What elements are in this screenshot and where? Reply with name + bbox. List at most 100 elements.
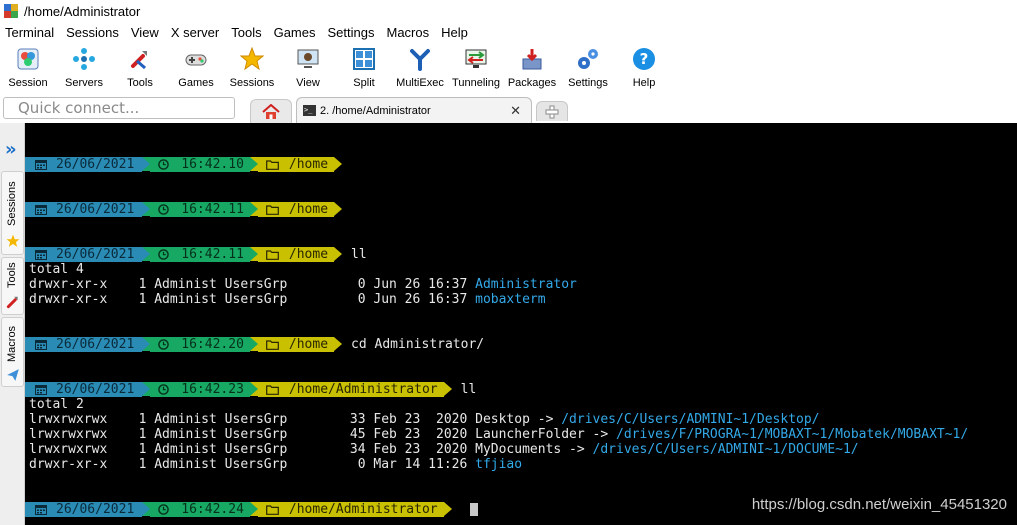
menu-help[interactable]: Help bbox=[435, 22, 474, 43]
sessions-button[interactable]: Sessions bbox=[224, 43, 280, 95]
prompt-date: 26/06/2021 bbox=[56, 157, 135, 172]
prompt-path-segment: /home bbox=[257, 202, 335, 217]
prompt-command: ll bbox=[351, 247, 367, 262]
calendar-icon bbox=[35, 340, 47, 350]
close-icon[interactable]: ✕ bbox=[510, 103, 521, 119]
output-line: lrwxrwxrwx 1 Administ UsersGrp 33 Feb 23… bbox=[29, 412, 820, 427]
menu-tools[interactable]: Tools bbox=[225, 22, 267, 43]
link-target: /drives/F/PROGRA~1/MOBAXT~1/Mobatek/MOBA… bbox=[616, 427, 969, 442]
help-icon: ? bbox=[633, 48, 655, 70]
send-icon bbox=[7, 369, 19, 381]
session-label: Session bbox=[8, 77, 48, 89]
session-button[interactable]: Session bbox=[0, 43, 56, 95]
tab-terminal-session[interactable]: >_ 2. /home/Administrator ✕ bbox=[296, 97, 532, 123]
prompt-line: 26/06/2021 16:42.20/home cd Administrator/ bbox=[25, 337, 484, 352]
menu-games[interactable]: Games bbox=[268, 22, 322, 43]
calendar-icon bbox=[35, 250, 47, 260]
prompt-time-segment: 16:42.24 bbox=[150, 502, 250, 517]
watermark: https://blog.csdn.net/weixin_45451320 bbox=[751, 496, 1007, 513]
calendar-icon bbox=[35, 505, 47, 515]
prompt-date-segment: 26/06/2021 bbox=[25, 337, 143, 352]
prompt-separator-arrow bbox=[142, 202, 151, 216]
star-icon bbox=[6, 234, 20, 247]
quick-connect-input[interactable]: Quick connect... bbox=[3, 97, 235, 119]
prompt-path-segment: /home bbox=[257, 247, 335, 262]
menu-macros[interactable]: Macros bbox=[380, 22, 435, 43]
menu-sessions[interactable]: Sessions bbox=[60, 22, 125, 43]
clock-icon bbox=[158, 204, 170, 215]
menu-view[interactable]: View bbox=[125, 22, 165, 43]
prompt-line: 26/06/2021 16:42.23/home/Administrator ll bbox=[25, 382, 476, 397]
prompt-separator-arrow bbox=[249, 157, 258, 171]
games-icon bbox=[185, 54, 207, 66]
sidebar-tab-macros[interactable]: Macros bbox=[1, 317, 24, 387]
packages-icon bbox=[522, 49, 542, 70]
output-line: drwxr-xr-x 1 Administ UsersGrp 0 Jun 26 … bbox=[29, 292, 546, 307]
menu-terminal[interactable]: Terminal bbox=[0, 22, 60, 43]
sidebar-tab-sessions[interactable]: Sessions bbox=[1, 171, 24, 255]
prompt-path-segment: /home bbox=[257, 157, 335, 172]
file-meta: drwxr-xr-x 1 Administ UsersGrp 0 Jun 26 … bbox=[29, 277, 476, 292]
tunneling-button[interactable]: Tunneling bbox=[448, 43, 504, 95]
file-name: mobaxterm bbox=[475, 292, 546, 307]
prompt-separator-arrow bbox=[142, 337, 151, 351]
view-label: View bbox=[296, 77, 320, 89]
prompt-date: 26/06/2021 bbox=[56, 382, 135, 397]
settings-button[interactable]: Settings bbox=[560, 43, 616, 95]
servers-icon bbox=[73, 48, 95, 70]
prompt-date: 26/06/2021 bbox=[56, 247, 135, 262]
menu-settings[interactable]: Settings bbox=[322, 22, 381, 43]
prompt-path: /home bbox=[288, 202, 329, 217]
menu-x-server[interactable]: X server bbox=[165, 22, 225, 43]
prompt-separator-arrow bbox=[443, 382, 452, 396]
prompt-command: ll bbox=[460, 382, 477, 397]
tools-button[interactable]: Tools bbox=[112, 43, 168, 95]
servers-button[interactable]: Servers bbox=[56, 43, 112, 95]
toolbar: Session Servers Tools Games Sessions Vie… bbox=[0, 43, 1017, 95]
tools-label: Tools bbox=[127, 77, 153, 89]
folder-icon bbox=[266, 504, 279, 515]
prompt-separator-arrow bbox=[249, 337, 258, 351]
calendar-icon bbox=[35, 385, 47, 395]
games-label: Games bbox=[178, 77, 214, 89]
prompt-date-segment: 26/06/2021 bbox=[25, 157, 143, 172]
clock-icon bbox=[158, 504, 170, 515]
tools-icon bbox=[131, 51, 147, 70]
expand-sidebar-icon[interactable]: » bbox=[5, 141, 17, 159]
folder-icon bbox=[266, 339, 279, 350]
file-name: MyDocuments -> bbox=[475, 442, 593, 457]
output-line: lrwxrwxrwx 1 Administ UsersGrp 34 Feb 23… bbox=[29, 442, 859, 457]
output-line: drwxr-xr-x 1 Administ UsersGrp 0 Jun 26 … bbox=[29, 277, 577, 292]
prompt-time: 16:42.24 bbox=[181, 502, 244, 517]
games-button[interactable]: Games bbox=[168, 43, 224, 95]
prompt-command: cd Administrator/ bbox=[351, 337, 485, 352]
tab-row: Quick connect... >_ 2. /home/Administrat… bbox=[0, 95, 1017, 123]
folder-icon bbox=[266, 249, 279, 260]
prompt-time: 16:42.23 bbox=[181, 382, 244, 397]
prompt-separator-arrow bbox=[249, 382, 258, 396]
sidebar-tab-tools[interactable]: Tools bbox=[1, 257, 24, 315]
split-button[interactable]: Split bbox=[336, 43, 392, 95]
terminal-area[interactable]: https://blog.csdn.net/weixin_45451320 26… bbox=[25, 123, 1017, 525]
view-button[interactable]: View bbox=[280, 43, 336, 95]
link-target: tfjiao bbox=[475, 457, 523, 472]
prompt-path: /home bbox=[288, 157, 329, 172]
multiexec-button[interactable]: MultiExec bbox=[392, 43, 448, 95]
packages-button[interactable]: Packages bbox=[504, 43, 560, 95]
help-button[interactable]: ? Help bbox=[616, 43, 672, 95]
sidebar-tab-label: Tools bbox=[6, 262, 18, 288]
prompt-separator-arrow bbox=[142, 247, 151, 261]
prompt-date: 26/06/2021 bbox=[56, 337, 135, 352]
prompt-separator-arrow bbox=[249, 247, 258, 261]
prompt-time-segment: 16:42.23 bbox=[150, 382, 250, 397]
output-line: lrwxrwxrwx 1 Administ UsersGrp 45 Feb 23… bbox=[29, 427, 968, 442]
new-tab-button[interactable] bbox=[536, 101, 568, 121]
home-tab[interactable] bbox=[250, 99, 292, 123]
settings-label: Settings bbox=[568, 77, 608, 89]
split-icon bbox=[353, 48, 375, 70]
tab-label: 2. /home/Administrator bbox=[320, 104, 431, 117]
output-line: total 2 bbox=[29, 397, 84, 412]
prompt-separator-arrow bbox=[142, 382, 151, 396]
prompt-time: 16:42.11 bbox=[181, 247, 244, 262]
prompt-path-segment: /home/Administrator bbox=[257, 502, 444, 517]
